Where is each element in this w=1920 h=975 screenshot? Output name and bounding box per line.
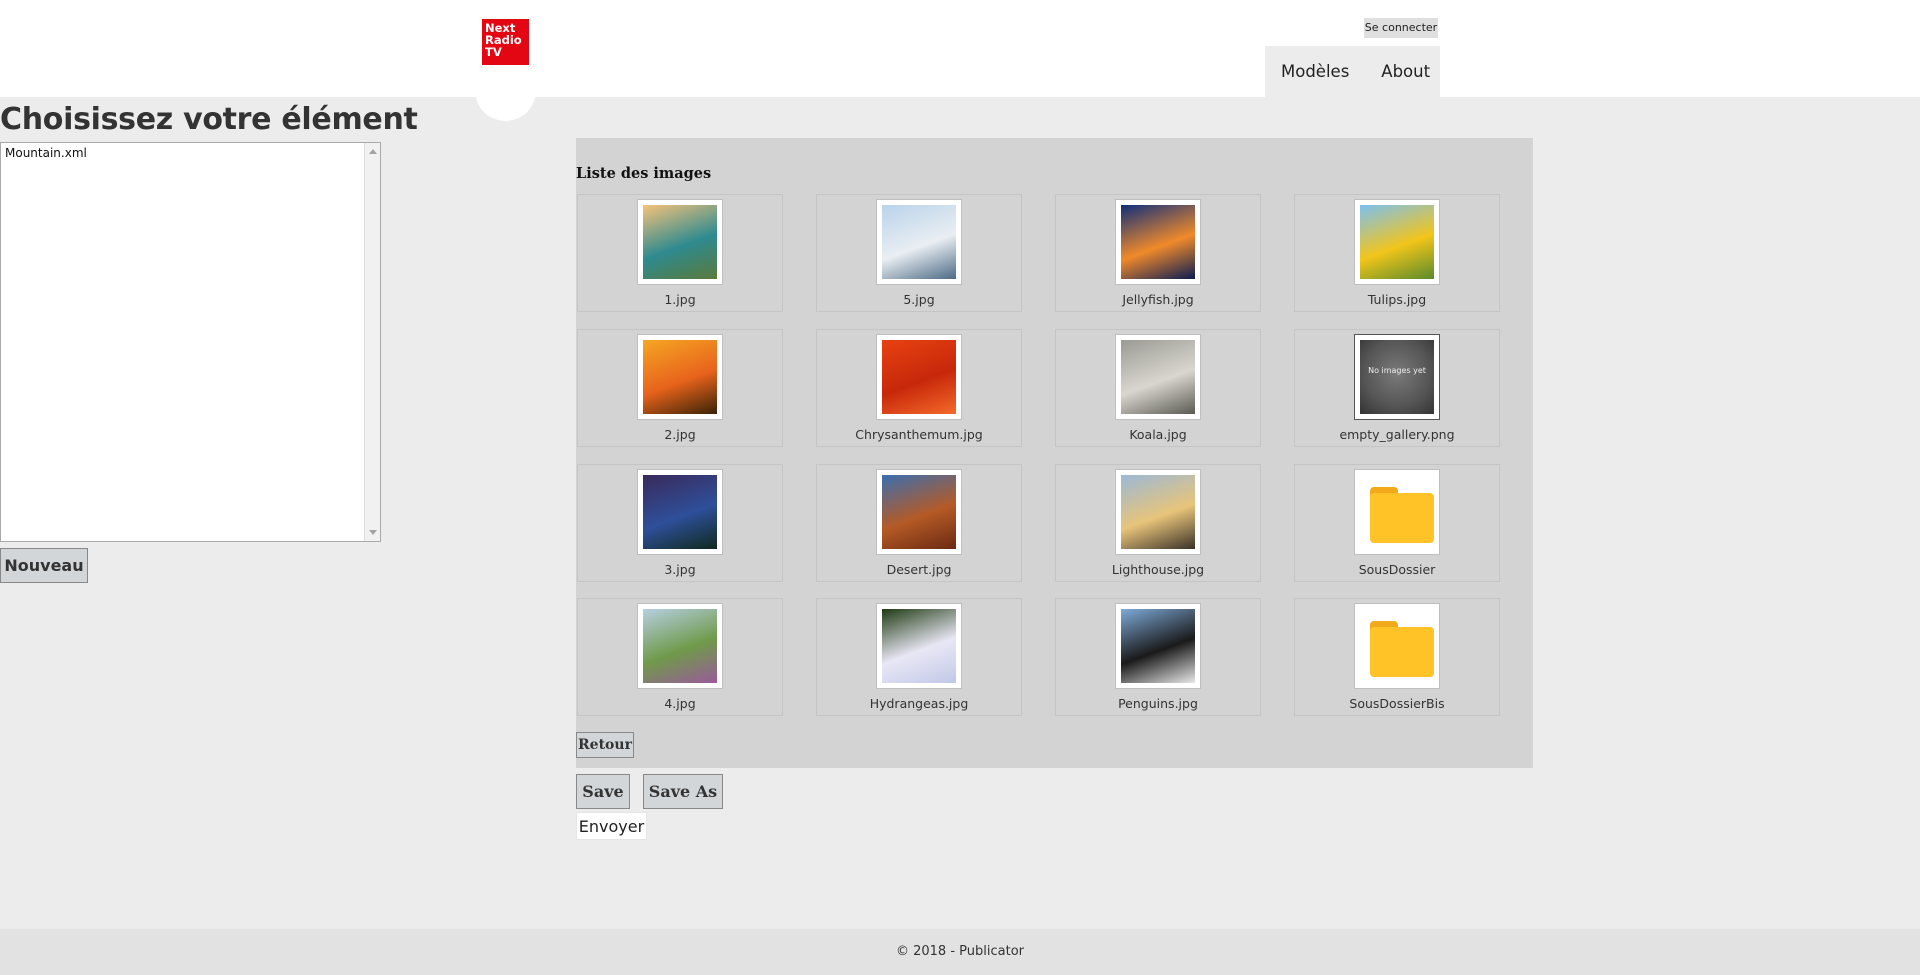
gallery-item-name: 5.jpg bbox=[903, 292, 935, 307]
gallery-item[interactable]: No images yet empty_gallery.png bbox=[1294, 329, 1500, 447]
folder-body-shape bbox=[1370, 627, 1434, 677]
gallery-item[interactable]: Penguins.jpg bbox=[1055, 598, 1261, 716]
logo-text-line: TV bbox=[485, 45, 502, 59]
tulips-photo bbox=[1360, 205, 1434, 279]
gallery-thumbnail[interactable] bbox=[1354, 603, 1440, 689]
save-as-button[interactable]: Save As bbox=[643, 774, 723, 809]
gallery-item-name: Koala.jpg bbox=[1129, 427, 1187, 442]
gallery-item[interactable]: Jellyfish.jpg bbox=[1055, 194, 1261, 312]
gallery-thumbnail[interactable] bbox=[1115, 469, 1201, 555]
gallery-thumbnail[interactable] bbox=[1354, 199, 1440, 285]
gallery-item-name: 3.jpg bbox=[664, 562, 696, 577]
gallery-thumbnail[interactable] bbox=[637, 469, 723, 555]
login-button[interactable]: Se connecter bbox=[1364, 18, 1438, 38]
gallery-thumbnail[interactable] bbox=[1115, 334, 1201, 420]
chrysanthemum-photo bbox=[882, 340, 956, 414]
logo[interactable]: Next Radio TV bbox=[482, 19, 529, 65]
gallery-item-name: empty_gallery.png bbox=[1339, 427, 1455, 442]
koala-photo bbox=[1121, 340, 1195, 414]
footer: © 2018 - Publicator bbox=[0, 929, 1920, 975]
seascape-photo bbox=[643, 475, 717, 549]
gallery-thumbnail[interactable] bbox=[637, 334, 723, 420]
village-photo bbox=[643, 609, 717, 683]
header: Next Radio TV Se connecter Modèles About bbox=[0, 0, 1920, 121]
gallery-item-name: Penguins.jpg bbox=[1118, 696, 1198, 711]
gallery-item[interactable]: Lighthouse.jpg bbox=[1055, 464, 1261, 582]
gallery-item-name: Tulips.jpg bbox=[1367, 292, 1427, 307]
lighthouse-photo bbox=[1121, 475, 1195, 549]
file-listbox[interactable]: Mountain.xml bbox=[0, 142, 381, 542]
gallery-thumbnail[interactable] bbox=[637, 199, 723, 285]
no-images-icon: No images yet bbox=[1360, 340, 1434, 414]
jellyfish-photo bbox=[1121, 205, 1195, 279]
gallery-thumbnail[interactable] bbox=[1354, 469, 1440, 555]
desert-photo bbox=[882, 475, 956, 549]
folder-icon bbox=[1360, 475, 1434, 549]
gallery-item[interactable]: SousDossier bbox=[1294, 464, 1500, 582]
logo-bump bbox=[475, 60, 536, 121]
gallery-title: Liste des images bbox=[576, 165, 712, 182]
gallery-thumbnail[interactable] bbox=[876, 334, 962, 420]
new-button[interactable]: Nouveau bbox=[0, 548, 88, 583]
gallery-item[interactable]: 3.jpg bbox=[577, 464, 783, 582]
coast-photo bbox=[643, 205, 717, 279]
gallery-thumbnail[interactable] bbox=[1115, 603, 1201, 689]
gallery-thumbnail[interactable] bbox=[876, 199, 962, 285]
folder-body-shape bbox=[1370, 493, 1434, 543]
nav-link-about[interactable]: About bbox=[1381, 62, 1430, 81]
page-title: Choisissez votre élément bbox=[0, 102, 418, 137]
gallery-item-name: SousDossier bbox=[1358, 562, 1436, 577]
file-option[interactable]: Mountain.xml bbox=[1, 143, 380, 160]
gallery-thumbnail[interactable] bbox=[1115, 199, 1201, 285]
gallery-item[interactable]: 5.jpg bbox=[816, 194, 1022, 312]
gallery-item-name: Desert.jpg bbox=[886, 562, 952, 577]
gallery-item[interactable]: SousDossierBis bbox=[1294, 598, 1500, 716]
gallery-item[interactable]: 4.jpg bbox=[577, 598, 783, 716]
gallery-item-name: Lighthouse.jpg bbox=[1111, 562, 1205, 577]
nav-link-models[interactable]: Modèles bbox=[1281, 62, 1349, 81]
gallery-thumbnail[interactable] bbox=[637, 603, 723, 689]
gallery-item[interactable]: 1.jpg bbox=[577, 194, 783, 312]
gallery-thumbnail[interactable]: No images yet bbox=[1354, 334, 1440, 420]
listbox-scrollbar[interactable] bbox=[364, 143, 380, 541]
main-nav: Modèles About bbox=[1265, 46, 1440, 97]
hydrangea-photo bbox=[882, 609, 956, 683]
sunset-birds-photo bbox=[643, 340, 717, 414]
back-button[interactable]: Retour bbox=[576, 732, 634, 758]
gallery-item-name: 4.jpg bbox=[664, 696, 696, 711]
mountain-lake-photo bbox=[882, 205, 956, 279]
penguins-photo bbox=[1121, 609, 1195, 683]
send-button[interactable]: Envoyer bbox=[576, 812, 647, 840]
gallery-item[interactable]: Tulips.jpg bbox=[1294, 194, 1500, 312]
gallery-item[interactable]: Hydrangeas.jpg bbox=[816, 598, 1022, 716]
gallery-item-name: Chrysanthemum.jpg bbox=[855, 427, 983, 442]
gallery-item-name: 2.jpg bbox=[664, 427, 696, 442]
gallery-item[interactable]: 2.jpg bbox=[577, 329, 783, 447]
gallery-item-name: Hydrangeas.jpg bbox=[869, 696, 969, 711]
scroll-up-icon[interactable] bbox=[369, 149, 377, 154]
gallery-item[interactable]: Chrysanthemum.jpg bbox=[816, 329, 1022, 447]
scroll-down-icon[interactable] bbox=[369, 530, 377, 535]
folder-icon bbox=[1360, 609, 1434, 683]
gallery-item-name: Jellyfish.jpg bbox=[1122, 292, 1194, 307]
gallery-thumbnail[interactable] bbox=[876, 469, 962, 555]
footer-copyright: © 2018 - Publicator bbox=[895, 944, 1024, 959]
gallery-item[interactable]: Koala.jpg bbox=[1055, 329, 1261, 447]
gallery-item[interactable]: Desert.jpg bbox=[816, 464, 1022, 582]
gallery-item-name: SousDossierBis bbox=[1349, 696, 1445, 711]
gallery-thumbnail[interactable] bbox=[876, 603, 962, 689]
image-gallery: Liste des images 1.jpg 5.jpg Jellyfish.jpg… bbox=[576, 138, 1533, 768]
gallery-item-name: 1.jpg bbox=[664, 292, 696, 307]
save-button[interactable]: Save bbox=[576, 774, 630, 809]
